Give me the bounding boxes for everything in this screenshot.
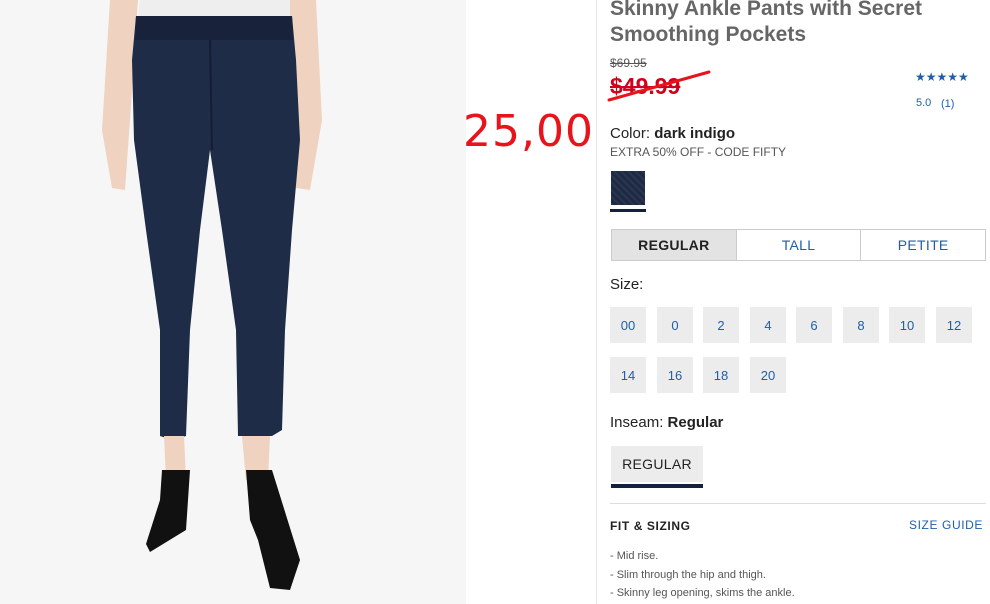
size-option-2[interactable]: 2	[703, 307, 739, 343]
fit-bullet: - Mid rise.	[610, 550, 659, 562]
fit-bullet: - Skinny leg opening, skims the ankle.	[610, 587, 795, 599]
size-option-0[interactable]: 0	[657, 307, 693, 343]
tab-tall[interactable]: TALL	[735, 230, 861, 260]
size-option-16[interactable]: 16	[657, 357, 693, 393]
size-label: Size:	[610, 276, 644, 293]
promo-text: EXTRA 50% OFF - CODE FIFTY	[610, 145, 787, 159]
model-pants-illustration	[0, 0, 466, 604]
swatch-selected-indicator	[610, 209, 646, 212]
inseam-value: Regular	[667, 414, 724, 431]
inseam-selected-indicator	[611, 484, 703, 488]
review-count-link[interactable]: (1)	[941, 98, 954, 110]
product-title: Skinny Ankle Pants with Secret Smoothing…	[610, 0, 922, 46]
size-guide-link[interactable]: SIZE GUIDE	[909, 518, 983, 532]
fit-description: - Mid rise. - Slim through the hip and t…	[610, 547, 795, 603]
panel-divider	[596, 0, 597, 604]
tab-regular[interactable]: REGULAR	[612, 230, 736, 260]
fit-sizing-heading[interactable]: FIT & SIZING	[610, 519, 691, 533]
price-strikethrough-scribble	[607, 70, 711, 102]
section-divider	[610, 503, 986, 504]
color-label: Color:	[610, 125, 651, 142]
rating-stars-icon[interactable]: ★★★★★	[915, 70, 969, 84]
size-option-20[interactable]: 20	[750, 357, 786, 393]
handwritten-price-annotation: 25,00	[463, 106, 594, 157]
size-option-00[interactable]: 00	[610, 307, 646, 343]
inseam-label: Inseam:	[610, 414, 664, 431]
color-value: dark indigo	[654, 125, 736, 142]
rating-value: 5.0	[916, 97, 932, 109]
color-line: Color: dark indigo	[610, 125, 735, 142]
fit-tabs: REGULAR TALL PETITE	[611, 229, 986, 261]
fit-bullet: - Slim through the hip and thigh.	[610, 568, 766, 581]
size-option-14[interactable]: 14	[610, 357, 646, 393]
product-image[interactable]	[0, 0, 466, 604]
size-option-4[interactable]: 4	[750, 307, 786, 343]
size-option-12[interactable]: 12	[936, 307, 972, 343]
inseam-line: Inseam: Regular	[610, 414, 723, 431]
inseam-option-regular[interactable]: REGULAR	[611, 446, 703, 482]
size-option-10[interactable]: 10	[889, 307, 925, 343]
size-option-18[interactable]: 18	[703, 357, 739, 393]
size-option-6[interactable]: 6	[796, 307, 832, 343]
tab-petite[interactable]: PETITE	[860, 230, 985, 260]
color-swatch-dark-indigo[interactable]	[611, 171, 645, 205]
size-option-8[interactable]: 8	[843, 307, 879, 343]
